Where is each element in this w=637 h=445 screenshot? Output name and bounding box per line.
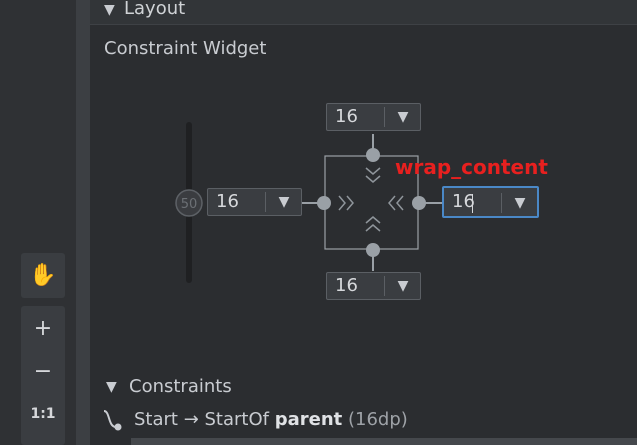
zoom-actual-size-button[interactable]: 1:1	[21, 392, 65, 436]
bottom-margin-combo[interactable]: 16 ▼	[326, 272, 421, 300]
one-to-one-icon: 1:1	[30, 406, 56, 422]
top-margin-combo[interactable]: 16 ▼	[326, 103, 421, 131]
attributes-panel: ▼ Layout Constraint Widget 50 16 ▼ 16 ▼ …	[90, 0, 637, 445]
constraint-link-icon	[103, 410, 122, 431]
left-margin-combo[interactable]: 16 ▼	[207, 188, 302, 216]
pan-tool-group: ✋	[21, 253, 65, 298]
constraint-label: Start → StartOf	[134, 409, 269, 430]
chevron-left-icon	[396, 195, 404, 211]
chevron-down-icon	[365, 167, 381, 175]
vertical-bias-value: 50	[181, 197, 198, 212]
panel-splitter[interactable]	[76, 0, 90, 445]
wrap-content-annotation: wrap_content	[395, 155, 548, 179]
constraint-widget-canvas: 50 50	[175, 122, 442, 283]
chevron-left-icon	[388, 195, 396, 211]
zoom-in-button[interactable]: +	[21, 306, 65, 350]
combo-separator	[384, 276, 385, 296]
pan-tool-button[interactable]: ✋	[21, 253, 65, 297]
hand-icon: ✋	[29, 262, 57, 288]
constraint-margin: (16dp)	[348, 409, 408, 430]
constraint-row[interactable]: Start → StartOf parent (16dp)	[134, 409, 408, 430]
minus-icon: −	[33, 358, 53, 384]
zoom-tool-group: + − 1:1	[21, 306, 65, 445]
bottom-margin-value: 16	[335, 275, 358, 296]
text-caret	[472, 194, 473, 213]
dropdown-arrow-icon[interactable]: ▼	[505, 192, 535, 214]
chevron-up-icon	[365, 216, 381, 224]
left-margin-value: 16	[216, 191, 239, 212]
constraint-target: parent	[274, 409, 343, 430]
dropdown-arrow-icon[interactable]: ▼	[269, 191, 299, 213]
zoom-out-button[interactable]: −	[21, 349, 65, 393]
dropdown-arrow-icon[interactable]: ▼	[388, 106, 418, 128]
size-mode-chevrons[interactable]	[338, 167, 404, 232]
right-anchor-handle[interactable]	[412, 196, 426, 210]
right-margin-combo[interactable]: 16 ▼	[442, 186, 539, 218]
combo-separator	[384, 107, 385, 127]
dropdown-arrow-icon[interactable]: ▼	[388, 275, 418, 297]
plus-icon: +	[33, 315, 53, 341]
chevron-up-icon	[365, 224, 381, 232]
combo-separator	[265, 192, 266, 212]
bottom-anchor-handle[interactable]	[366, 243, 380, 257]
chevron-down-icon	[365, 175, 381, 183]
constraints-section-title[interactable]: Constraints	[129, 376, 232, 397]
top-anchor-handle[interactable]	[366, 148, 380, 162]
top-margin-value: 16	[335, 106, 358, 127]
next-row-partial	[131, 438, 637, 445]
combo-separator	[501, 193, 502, 213]
chevron-right-icon	[346, 195, 354, 211]
collapse-triangle-icon[interactable]: ▼	[106, 379, 117, 395]
left-anchor-handle[interactable]	[317, 196, 331, 210]
chevron-right-icon	[338, 195, 346, 211]
